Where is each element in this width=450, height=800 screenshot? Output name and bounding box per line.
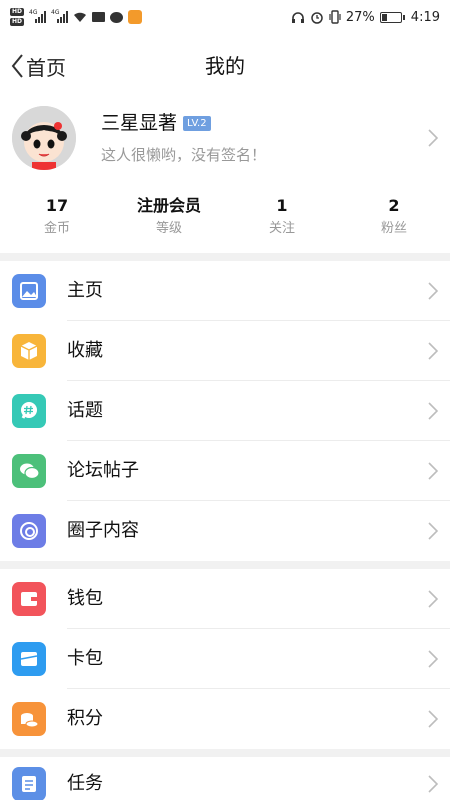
message-icon [110, 11, 124, 23]
stat-level[interactable]: 注册会员 等级 [109, 194, 229, 240]
chevron-right-icon [428, 590, 438, 608]
menu-item-label: 积分 [67, 708, 103, 729]
stat-value: 1 [276, 196, 288, 215]
status-bar: HD HD 4G 4G 27% 4:19 [0, 0, 450, 34]
page-title: 我的 [205, 54, 245, 78]
chevron-right-icon [428, 775, 438, 793]
headphone-icon [291, 11, 304, 23]
mail-icon [92, 12, 106, 22]
picture-icon [12, 274, 46, 308]
stat-value: 注册会员 [136, 196, 201, 215]
menu-item-label: 论坛帖子 [67, 460, 139, 481]
stat-value: 17 [45, 196, 69, 215]
chevron-right-icon [428, 129, 438, 147]
stats-bar: 17 金币 注册会员 等级 1 关注 2 粉丝 [0, 190, 450, 250]
avatar[interactable] [12, 106, 76, 170]
clock: 4:19 [410, 9, 440, 25]
level-badge: LV.2 [183, 115, 211, 131]
stat-following[interactable]: 1 关注 [222, 194, 342, 240]
signal-icon-2: 4G [51, 9, 69, 23]
signal-icon: 4G [29, 9, 47, 23]
menu-item-forum-posts[interactable]: 论坛帖子 [0, 441, 450, 501]
menu-item-label: 话题 [67, 400, 103, 421]
profile-header[interactable]: 三星显著 LV.2 这人很懒哟，没有签名！ [0, 100, 450, 180]
chevron-right-icon [428, 342, 438, 360]
user-bio: 这人很懒哟，没有签名！ [101, 146, 267, 164]
stat-label: 等级 [155, 221, 182, 236]
task-list-icon [12, 767, 46, 800]
username: 三星显著 LV.2 [101, 110, 211, 136]
menu-item-label: 任务 [67, 773, 103, 794]
spiral-icon [12, 514, 46, 548]
app-notification-icon [128, 10, 143, 24]
menu-item-label: 卡包 [67, 648, 103, 669]
section-divider [0, 749, 450, 757]
stat-label: 金币 [43, 221, 70, 236]
chevron-right-icon [428, 650, 438, 668]
chevron-right-icon [428, 462, 438, 480]
menu-item-label: 收藏 [67, 340, 103, 361]
menu-item-tasks[interactable]: 任务 [0, 757, 450, 800]
menu-item-points[interactable]: 积分 [0, 689, 450, 749]
section-divider [0, 253, 450, 261]
menu-item-card-wallet[interactable]: 卡包 [0, 629, 450, 689]
menu-item-favorites[interactable]: 收藏 [0, 321, 450, 381]
box-icon [12, 334, 46, 368]
stat-label: 粉丝 [380, 221, 407, 236]
stat-coins[interactable]: 17 金币 [0, 194, 117, 240]
battery-percent: 27% [345, 9, 375, 25]
chevron-right-icon [428, 710, 438, 728]
title-bar: 首页 我的 [0, 34, 450, 96]
menu-item-wallet[interactable]: 钱包 [0, 569, 450, 629]
coins-icon [12, 702, 46, 736]
menu-item-homepage[interactable]: 主页 [0, 261, 450, 321]
battery-icon [379, 11, 405, 23]
chevron-right-icon [428, 522, 438, 540]
stat-value: 2 [388, 196, 400, 215]
wallet-icon [12, 582, 46, 616]
chevron-right-icon [428, 402, 438, 420]
stat-label: 关注 [268, 221, 295, 236]
menu-item-topics[interactable]: 话题 [0, 381, 450, 441]
menu-item-label: 圈子内容 [67, 520, 139, 541]
menu-item-label: 主页 [67, 280, 103, 301]
chevron-right-icon [428, 282, 438, 300]
stat-followers[interactable]: 2 粉丝 [334, 194, 450, 240]
hd-icon: HD HD [10, 8, 25, 26]
menu-item-circle-content[interactable]: 圈子内容 [0, 501, 450, 561]
wifi-icon [74, 12, 87, 22]
vibrate-icon [329, 10, 341, 24]
section-divider [0, 561, 450, 569]
alarm-icon [311, 12, 323, 24]
hashtag-bubble-icon [12, 394, 46, 428]
menu-item-label: 钱包 [67, 588, 103, 609]
cartoon-avatar-icon [12, 106, 76, 170]
username-text: 三星显著 [101, 112, 178, 134]
card-icon [12, 642, 46, 676]
chat-bubbles-icon [12, 454, 46, 488]
